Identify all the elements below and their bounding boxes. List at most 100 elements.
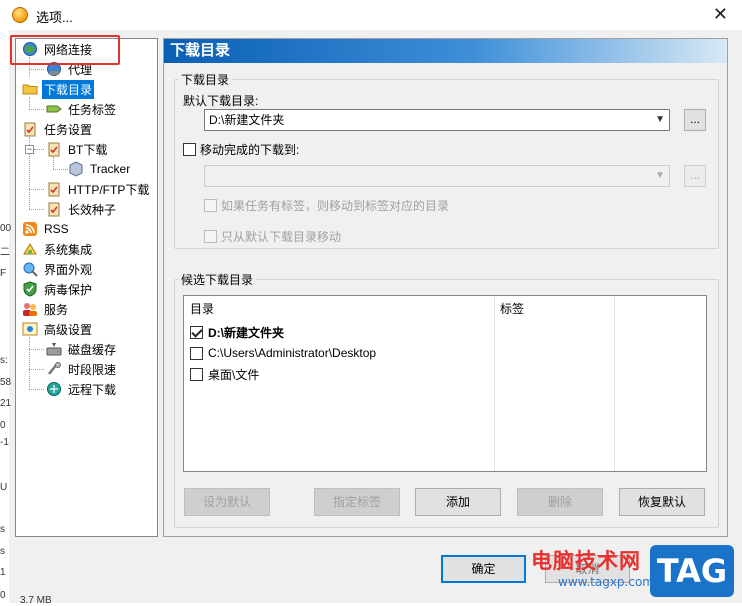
move-by-tag-checkbox[interactable]: 如果任务有标签，则移动到标签对应的目录 xyxy=(204,197,449,214)
collapse-bt-icon[interactable]: − xyxy=(25,145,34,154)
tree-item-label: Tracker xyxy=(90,162,131,176)
restore-default-button[interactable]: 恢复默认 xyxy=(619,488,705,516)
bg-fragment: 0 xyxy=(0,420,6,431)
bg-fragment: 58 xyxy=(0,377,12,388)
only-default-checkbox[interactable]: 只从默认下载目录移动 xyxy=(204,228,341,245)
tree-item-label: 任务标签 xyxy=(68,102,117,117)
tree-item-task-tags[interactable]: 任务标签 xyxy=(46,100,118,118)
tree-item-bt[interactable]: BT下载 xyxy=(46,140,109,158)
chevron-down-icon[interactable]: ▼ xyxy=(655,110,665,130)
bg-fragment: 二 xyxy=(0,247,10,258)
tag-logo: TAG xyxy=(650,545,734,597)
move-completed-checkbox[interactable]: 移动完成的下载到: xyxy=(183,141,299,158)
shield-icon xyxy=(22,281,38,297)
tree-item-label: RSS xyxy=(44,222,69,236)
move-dir-combo[interactable]: ▼ xyxy=(204,165,670,187)
panel-title: 下载目录 xyxy=(164,39,727,63)
browse-move-button[interactable]: ... xyxy=(684,165,706,187)
chevron-down-icon[interactable]: ▼ xyxy=(655,166,665,186)
row-path: D:\新建文件夹 xyxy=(208,325,284,340)
tree-item-advanced[interactable]: 高级设置 xyxy=(22,320,94,338)
tree-item-label: 时段限速 xyxy=(68,362,117,377)
tree-item-label: 病毒保护 xyxy=(44,282,93,297)
column-header-dir[interactable]: 目录 xyxy=(184,296,494,322)
checkbox-box[interactable] xyxy=(183,143,196,156)
tree-item-remote[interactable]: 远程下载 xyxy=(46,380,118,398)
bg-fragment: s xyxy=(0,546,5,557)
tree-item-tracker[interactable]: Tracker xyxy=(68,160,132,178)
cube-icon xyxy=(68,161,84,177)
advanced-icon xyxy=(22,321,38,337)
default-dir-combo[interactable]: D:\新建文件夹 ▼ xyxy=(204,109,670,131)
tree-item-label: 任务设置 xyxy=(44,122,93,137)
bg-fragment: 00 xyxy=(0,223,12,234)
move-completed-label: 移动完成的下载到: xyxy=(200,143,300,157)
integration-icon xyxy=(22,241,38,257)
tree-item-download-dir[interactable]: 下载目录 xyxy=(22,79,95,99)
background-window-edge: 00 二 F s: 58 21 0 -1 U s s 1 0 xyxy=(0,30,12,603)
tree-item-label: 高级设置 xyxy=(44,322,93,337)
options-tree[interactable]: − 网络连接 代理 下载目录 任务标签 任务设置 BT下载 Tracker HT… xyxy=(15,38,158,537)
default-dir-value: D:\新建文件夹 xyxy=(209,113,285,127)
app-icon xyxy=(12,7,28,23)
tree-item-http-ftp[interactable]: HTTP/FTP下载 xyxy=(46,180,151,198)
tree-item-label: 下载目录 xyxy=(42,79,95,99)
appearance-icon xyxy=(22,261,38,277)
tree-item-label: 系统集成 xyxy=(44,242,93,257)
assign-tag-button[interactable]: 指定标签 xyxy=(314,488,400,516)
tree-item-label: HTTP/FTP下载 xyxy=(68,182,150,197)
row-path: C:\Users\Administrator\Desktop xyxy=(208,346,377,360)
add-button[interactable]: 添加 xyxy=(415,488,501,516)
list-item[interactable]: C:\Users\Administrator\Desktop xyxy=(190,343,376,363)
clipboard-icon xyxy=(46,141,62,157)
browse-default-button[interactable]: ... xyxy=(684,109,706,131)
checkbox-box[interactable] xyxy=(204,199,217,212)
list-item[interactable]: 桌面\文件 xyxy=(190,364,259,384)
tag-icon xyxy=(46,101,62,117)
row-checkbox[interactable] xyxy=(190,346,203,360)
tree-item-label: 长效种子 xyxy=(68,202,117,217)
remote-icon xyxy=(46,381,62,397)
download-dir-panel: 下载目录 下载目录 默认下载目录: D:\新建文件夹 ▼ ... 移动完成的下载… xyxy=(163,38,728,537)
bg-fragment: U xyxy=(0,482,8,493)
move-by-tag-label: 如果任务有标签，则移动到标签对应的目录 xyxy=(221,199,450,213)
tree-item-disk-cache[interactable]: 磁盘缓存 xyxy=(46,340,118,358)
tree-item-label: 服务 xyxy=(44,302,69,317)
checkbox-box[interactable] xyxy=(204,230,217,243)
tree-item-rss[interactable]: RSS xyxy=(22,220,71,238)
tree-item-long-seeds[interactable]: 长效种子 xyxy=(46,200,118,218)
bg-fragment: 21 xyxy=(0,398,12,409)
bg-fragment: 0 xyxy=(0,590,6,601)
candidate-dir-list[interactable]: 目录 标签 D:\新建文件夹 C:\Users\Administrator\De… xyxy=(183,295,707,472)
tree-item-appearance[interactable]: 界面外观 xyxy=(22,260,94,278)
default-dir-label: 默认下载目录: xyxy=(183,94,259,108)
ok-button[interactable]: 确定 xyxy=(441,555,526,583)
options-dialog: 选项... ✕ 00 二 F s: 58 21 0 -1 U s s 1 0 3… xyxy=(0,0,742,606)
speed-icon xyxy=(46,361,62,377)
clipboard-icon xyxy=(46,201,62,217)
bg-fragment: s xyxy=(0,524,5,535)
tree-item-service[interactable]: 服务 xyxy=(22,300,70,318)
delete-button[interactable]: 删除 xyxy=(517,488,603,516)
bg-fragment: -1 xyxy=(0,437,9,448)
red-highlight-annotation xyxy=(10,35,120,65)
column-header-tag[interactable]: 标签 xyxy=(494,296,614,322)
close-icon[interactable]: ✕ xyxy=(713,4,728,24)
tree-item-label: 磁盘缓存 xyxy=(68,342,117,357)
disk-icon xyxy=(46,341,62,357)
tree-item-label: 远程下载 xyxy=(68,382,117,397)
row-checkbox[interactable] xyxy=(190,325,203,339)
folder-icon xyxy=(22,81,38,97)
set-default-button[interactable]: 设为默认 xyxy=(184,488,270,516)
users-icon xyxy=(22,301,38,317)
tree-item-task-settings[interactable]: 任务设置 xyxy=(22,120,94,138)
tree-item-speed-limit[interactable]: 时段限速 xyxy=(46,360,118,378)
tree-item-integration[interactable]: 系统集成 xyxy=(22,240,94,258)
tree-item-label: 界面外观 xyxy=(44,262,93,277)
list-item[interactable]: D:\新建文件夹 xyxy=(190,322,284,342)
row-checkbox[interactable] xyxy=(190,367,203,381)
tree-item-virus[interactable]: 病毒保护 xyxy=(22,280,94,298)
bg-fragment: 3.7 MB xyxy=(20,595,52,606)
watermark-text: 电脑技术网 xyxy=(531,549,641,573)
bg-fragment: F xyxy=(0,268,7,279)
